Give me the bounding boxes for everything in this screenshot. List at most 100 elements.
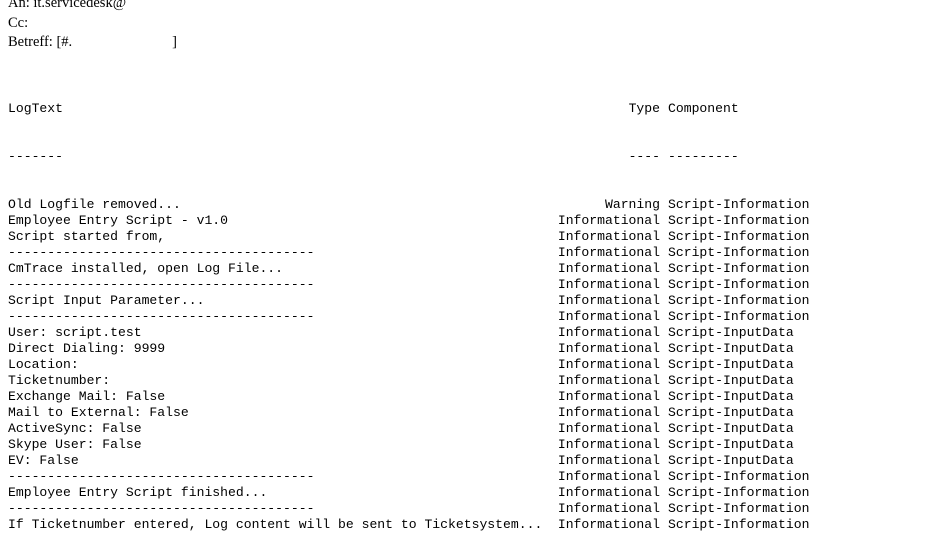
log-text: --------------------------------------- (8, 277, 315, 292)
log-row: Script Input Parameter... Informational Sc… (8, 293, 848, 309)
log-text: Old Logfile removed... (8, 197, 181, 212)
log-component: Script-Information (668, 213, 810, 228)
log-row: Employee Entry Script finished... Informa… (8, 485, 848, 501)
log-text: Employee Entry Script - v1.0 (8, 213, 229, 228)
log-component: Script-Information (668, 501, 810, 516)
log-type: Informational (557, 453, 660, 468)
log-row: Old Logfile removed... Warning Script-Info… (8, 197, 848, 213)
log-text: Location: (8, 357, 79, 372)
log-component: Script-InputData (668, 453, 794, 468)
logtext-underline: ------- (8, 149, 64, 164)
to-value[interactable]: it.servicedesk@ (33, 0, 126, 11)
log-text: --------------------------------------- (8, 245, 315, 260)
log-text: Exchange Mail: False (8, 389, 166, 404)
log-type: Informational (557, 517, 660, 532)
log-type: Informational (557, 261, 660, 276)
log-row: EV: False Informational Script-InputData (8, 453, 848, 469)
log-row: Exchange Mail: False Informational Script-… (8, 389, 848, 405)
log-component: Script-Information (668, 469, 810, 484)
log-header-underline-row: ------- ---- --------- (8, 149, 848, 165)
log-text: Direct Dialing: 9999 (8, 341, 166, 356)
log-type: Informational (557, 229, 660, 244)
log-header-row: LogText Type Component (8, 101, 848, 117)
log-component: Script-Information (668, 293, 810, 308)
log-type: Informational (557, 405, 660, 420)
to-label: An: (8, 0, 30, 11)
logtext-header: LogText (8, 101, 64, 116)
log-text: Employee Entry Script finished... (8, 485, 268, 500)
log-text: Skype User: False (8, 437, 142, 452)
log-text: --------------------------------------- (8, 469, 315, 484)
log-row: --------------------------------------- I… (8, 277, 848, 293)
log-row: Location: Informational Script-InputData (8, 357, 848, 373)
log-row: Employee Entry Script - v1.0 Informationa… (8, 213, 848, 229)
log-rows: Old Logfile removed... Warning Script-Info… (8, 197, 848, 533)
log-type: Informational (557, 245, 660, 260)
log-text: If Ticketnumber entered, Log content wil… (8, 517, 543, 532)
log-row: Mail to External: False Informational Scri… (8, 405, 848, 421)
log-text: Script started from, (8, 229, 166, 244)
cc-line: Cc: (8, 14, 177, 34)
log-row: --------------------------------------- I… (8, 469, 848, 485)
log-row: ActiveSync: False Informational Script-Inp… (8, 421, 848, 437)
type-underline: ---- (628, 149, 660, 164)
log-type: Informational (557, 421, 660, 436)
component-header: Component (668, 101, 739, 116)
log-component: Script-Information (668, 197, 810, 212)
log-type: Informational (557, 469, 660, 484)
log-text: --------------------------------------- (8, 309, 315, 324)
log-row: Direct Dialing: 9999 Informational Script-… (8, 341, 848, 357)
log-component: Script-Information (668, 261, 810, 276)
log-text: Mail to External: False (8, 405, 189, 420)
log-type: Informational (557, 325, 660, 340)
log-component: Script-InputData (668, 389, 794, 404)
log-text: Ticketnumber: (8, 373, 111, 388)
cc-label: Cc: (8, 14, 29, 31)
log-output: LogText Type Component ------- ---- ----… (8, 69, 848, 549)
log-type: Informational (557, 389, 660, 404)
log-component: Script-Information (668, 229, 810, 244)
log-text: --------------------------------------- (8, 501, 315, 516)
type-header: Type (628, 101, 660, 116)
mail-header: An: it.servicedesk@ Cc: Betreff: [#.] (8, 0, 177, 53)
log-row: If Ticketnumber entered, Log content wil… (8, 517, 848, 533)
log-component: Script-Information (668, 245, 810, 260)
log-type: Informational (557, 277, 660, 292)
log-component: Script-InputData (668, 341, 794, 356)
log-text: User: script.test (8, 325, 142, 340)
log-type: Warning (604, 197, 660, 212)
log-type: Informational (557, 437, 660, 452)
log-row: --------------------------------------- I… (8, 245, 848, 261)
subject-close-bracket: ] (172, 34, 178, 50)
log-component: Script-Information (668, 485, 810, 500)
log-text: Script Input Parameter... (8, 293, 205, 308)
log-component: Script-Information (668, 309, 810, 324)
log-row: User: script.test Informational Script-Inp… (8, 325, 848, 341)
log-component: Script-Information (668, 517, 810, 532)
log-component: Script-InputData (668, 325, 794, 340)
log-row: --------------------------------------- I… (8, 309, 848, 325)
component-underline: --------- (668, 149, 739, 164)
subject-label: Betreff: (8, 34, 53, 50)
log-row: Script started from, Informational Script-… (8, 229, 848, 245)
log-component: Script-InputData (668, 437, 794, 452)
log-text: EV: False (8, 453, 79, 468)
log-type: Informational (557, 309, 660, 324)
log-type: Informational (557, 213, 660, 228)
log-type: Informational (557, 341, 660, 356)
log-row: --------------------------------------- I… (8, 501, 848, 517)
log-type: Informational (557, 485, 660, 500)
to-line: An: it.servicedesk@ (8, 0, 177, 14)
subject-value[interactable]: [#. (56, 34, 72, 50)
log-type: Informational (557, 373, 660, 388)
log-component: Script-InputData (668, 373, 794, 388)
log-row: CmTrace installed, open Log File... Infor… (8, 261, 848, 277)
subject-line: Betreff: [#.] (8, 33, 177, 53)
log-component: Script-InputData (668, 421, 794, 436)
log-row: Skype User: False Informational Script-Inp… (8, 437, 848, 453)
log-type: Informational (557, 357, 660, 372)
log-component: Script-InputData (668, 357, 794, 372)
log-text: ActiveSync: False (8, 421, 142, 436)
log-text: CmTrace installed, open Log File... (8, 261, 284, 276)
log-row: Ticketnumber: Informational Script-InputDa… (8, 373, 848, 389)
